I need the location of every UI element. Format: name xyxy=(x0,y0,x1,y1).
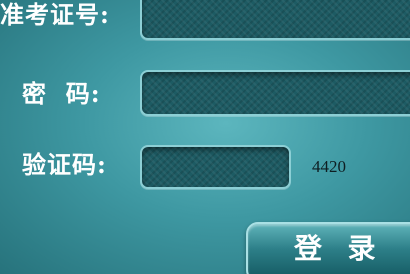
ticket-number-input[interactable] xyxy=(140,0,410,40)
ticket-number-label: 准考证号: xyxy=(0,0,110,29)
password-input[interactable] xyxy=(140,70,410,116)
captcha-input[interactable] xyxy=(140,145,291,189)
login-button[interactable]: 登 录 xyxy=(246,222,410,274)
password-label: 密 码: xyxy=(22,79,101,108)
captcha-code[interactable]: 4420 xyxy=(312,158,346,175)
captcha-label: 验证码: xyxy=(22,150,107,179)
